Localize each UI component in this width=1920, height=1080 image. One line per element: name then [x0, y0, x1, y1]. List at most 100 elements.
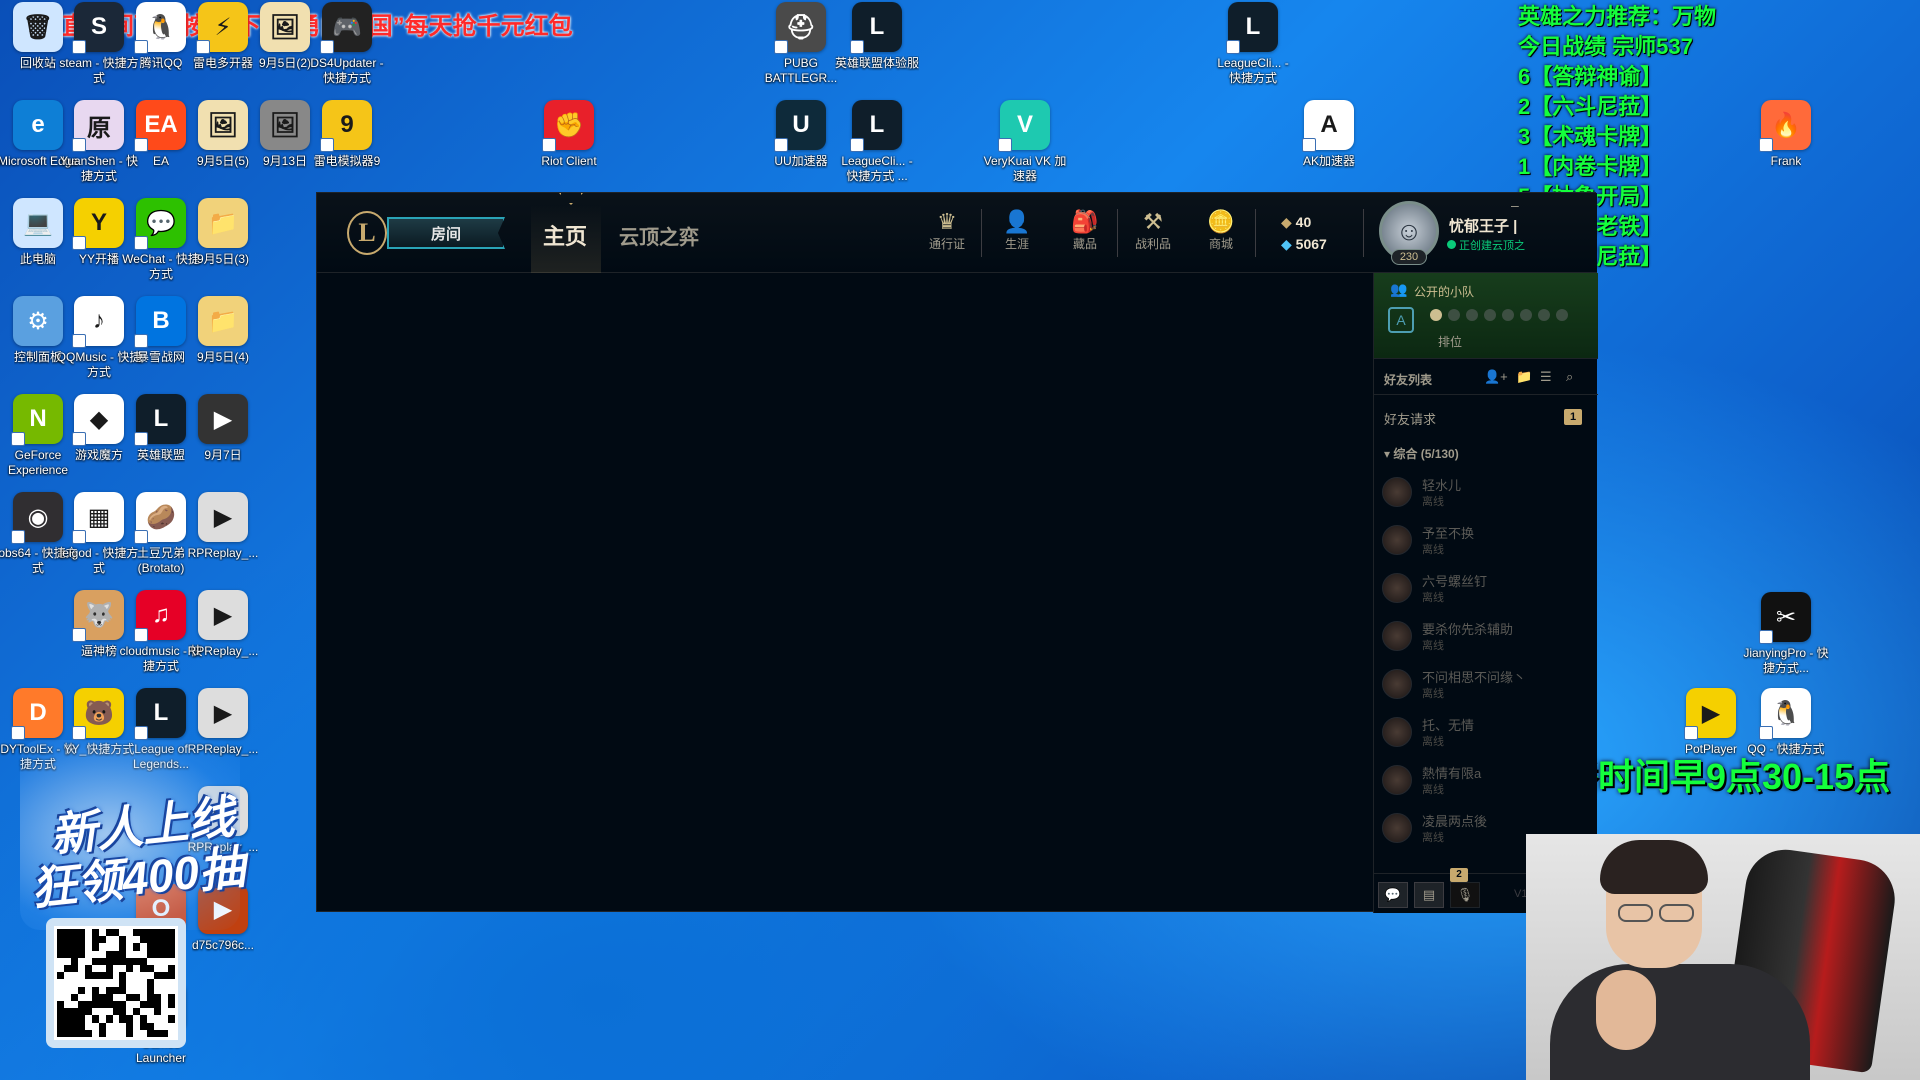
mission-button[interactable]: ▤ [1414, 882, 1444, 908]
qr-code[interactable] [54, 926, 178, 1040]
voice-button[interactable]: 🎙 [1450, 882, 1480, 908]
loot-icon: ⚒ [1143, 209, 1163, 234]
friend-row[interactable]: 予至不换 离线 [1382, 521, 1592, 565]
friend-row[interactable]: 六号螺丝钉 离线 [1382, 569, 1592, 613]
desktop-icon[interactable]: 🐧 QQ - 快捷方式 [1743, 688, 1829, 757]
mission-icon: ▤ [1422, 887, 1436, 902]
app-icon: A [1302, 100, 1354, 152]
add-friend-icon[interactable]: 👤+ [1484, 369, 1508, 385]
desktop-icon[interactable]: V VeryKuai VK 加速器 [982, 100, 1068, 184]
add-folder-icon[interactable]: 📁 [1516, 369, 1532, 385]
desktop-icon-label: LeagueCli... - 快捷方式 [1217, 56, 1289, 85]
profile-button[interactable]: 👤 生涯 [987, 209, 1047, 252]
desktop-icon-label: PUBG BATTLEGR... [764, 56, 838, 85]
collection-button[interactable]: 🎒 藏品 [1055, 209, 1115, 252]
party-slot-empty[interactable] [1556, 309, 1568, 321]
friend-avatar [1382, 573, 1412, 603]
desktop-icon-label: 英雄联盟体验服 [834, 56, 919, 70]
desktop-icon[interactable]: L LeagueCli... - 快捷方式 ... [834, 100, 920, 184]
league-logo-icon[interactable]: L [347, 211, 387, 255]
league-client-window[interactable]: L 房间 主页 云顶之弈 ♛ 通行证 👤 生涯 🎒 藏品 ⚒ 战利品 🪙 商城 [316, 192, 1598, 913]
recommend-line: 6【答辩神谕】 [1518, 64, 1663, 89]
streamer-hair [1600, 840, 1708, 894]
friend-row[interactable]: 轻水儿 离线 [1382, 473, 1592, 517]
desktop-icon[interactable]: A AK加速器 [1286, 100, 1372, 169]
desktop-icon[interactable]: U UU加速器 [758, 100, 844, 169]
app-icon: B [134, 296, 186, 348]
desktop-icon-label: 9月13日 [262, 154, 308, 168]
party-slot-empty[interactable] [1538, 309, 1550, 321]
notification-badge: 2 [1450, 868, 1468, 882]
tab-tft[interactable]: 云顶之弈 [619, 221, 699, 250]
desktop-icon[interactable]: ▶ RPReplay_... [180, 492, 266, 561]
collection-label: 藏品 [1072, 237, 1097, 251]
party-slot-empty[interactable] [1520, 309, 1532, 321]
friend-row[interactable]: 要杀你先杀辅助 离线 [1382, 617, 1592, 661]
loot-label: 战利品 [1134, 237, 1171, 251]
store-button[interactable]: 🪙 商城 [1191, 209, 1251, 252]
friend-avatar [1382, 813, 1412, 843]
friend-group-header[interactable]: ▾ 综合 (5/130) [1384, 445, 1459, 462]
summoner-level-badge: 230 [1391, 249, 1427, 265]
loot-button[interactable]: ⚒ 战利品 [1123, 209, 1183, 252]
recommend-line: 今日战绩 宗师537 [1518, 34, 1693, 59]
summoner-status[interactable]: 正创建云顶之 [1447, 237, 1525, 253]
desktop-icon-label: 暴雪战网 [136, 350, 185, 364]
friend-avatar [1382, 765, 1412, 795]
party-slot-empty[interactable] [1502, 309, 1514, 321]
party-slot-empty[interactable] [1484, 309, 1496, 321]
chat-button[interactable]: 💬 [1378, 882, 1408, 908]
desktop-icon[interactable]: 9 雷电模拟器9 [304, 100, 390, 169]
search-icon[interactable]: ⌕ [1566, 369, 1573, 385]
friend-row[interactable]: 托、无情 离线 [1382, 713, 1592, 757]
friend-avatar [1382, 525, 1412, 555]
client-header: L 房间 主页 云顶之弈 ♛ 通行证 👤 生涯 🎒 藏品 ⚒ 战利品 🪙 商城 [317, 193, 1597, 273]
desktop-icon[interactable]: 🔥 Frank [1743, 100, 1829, 169]
desktop-icon[interactable]: 📁 9月5日(3) [180, 198, 266, 267]
friend-row[interactable]: 熱情有限a 离线 [1382, 761, 1592, 805]
app-icon: U [774, 100, 826, 152]
app-icon: 🔥 [1759, 100, 1811, 152]
friend-requests-label: 好友请求 [1384, 412, 1437, 427]
currency-display[interactable]: ◆ 40 ◆ 5067 [1281, 211, 1327, 255]
app-icon: EA [134, 100, 186, 152]
desktop-icon[interactable]: 📁 9月5日(4) [180, 296, 266, 365]
desktop-icon[interactable]: ▶ RPReplay_... [180, 590, 266, 659]
minimize-button[interactable]: – [1511, 197, 1519, 213]
desktop-icon[interactable]: ✂ JianyingPro - 快捷方式... [1743, 592, 1829, 676]
friend-row[interactable]: 不问相思不问缘丶 离线 [1382, 665, 1592, 709]
desktop-icon[interactable]: L LeagueCli... - 快捷方式 [1210, 2, 1296, 86]
party-slot-empty[interactable] [1448, 309, 1460, 321]
desktop-icon[interactable]: 🎮 DS4Updater - 快捷方式 [304, 2, 390, 86]
room-button[interactable]: 房间 [387, 217, 505, 249]
desktop-icon[interactable]: ▶ PotPlayer [1668, 688, 1754, 757]
friend-status: 离线 [1422, 736, 1444, 748]
summoner-name[interactable]: 忧郁王子 | [1449, 215, 1517, 236]
store-icon: 🪙 [1207, 209, 1235, 234]
online-status-icon [1447, 240, 1456, 249]
app-icon: ◆ [72, 394, 124, 446]
party-title: 公开的小队 [1414, 285, 1475, 299]
app-icon: ▶ [198, 590, 248, 640]
desktop-icon[interactable]: ⛑ PUBG BATTLEGR... [758, 2, 844, 86]
party-panel[interactable]: 👥 公开的小队 A 排位 [1374, 273, 1598, 359]
qr-code-frame [46, 918, 186, 1048]
desktop-icon[interactable]: L 英雄联盟体验服 [834, 2, 920, 71]
app-icon: ✊ [542, 100, 594, 152]
app-icon: ▶ [198, 394, 248, 444]
friend-requests-row[interactable]: 好友请求 1 [1374, 395, 1598, 435]
desktop-icon[interactable]: ✊ Riot Client [526, 100, 612, 169]
tab-home[interactable]: 主页 [543, 219, 587, 251]
party-slots [1430, 309, 1568, 321]
app-icon: V [998, 100, 1050, 152]
list-view-icon[interactable]: ☰ [1540, 369, 1552, 385]
app-icon: 💬 [134, 198, 186, 250]
app-icon: L [134, 394, 186, 446]
app-icon: 📁 [198, 296, 248, 346]
desktop-icon-label: UU加速器 [774, 154, 828, 168]
desktop-icon[interactable]: ▶ 9月7日 [180, 394, 266, 463]
party-slot-empty[interactable] [1466, 309, 1478, 321]
friend-name: 轻水儿 [1422, 478, 1462, 493]
pass-button[interactable]: ♛ 通行证 [917, 209, 977, 252]
desktop-icon-label: Frank [1770, 154, 1802, 168]
